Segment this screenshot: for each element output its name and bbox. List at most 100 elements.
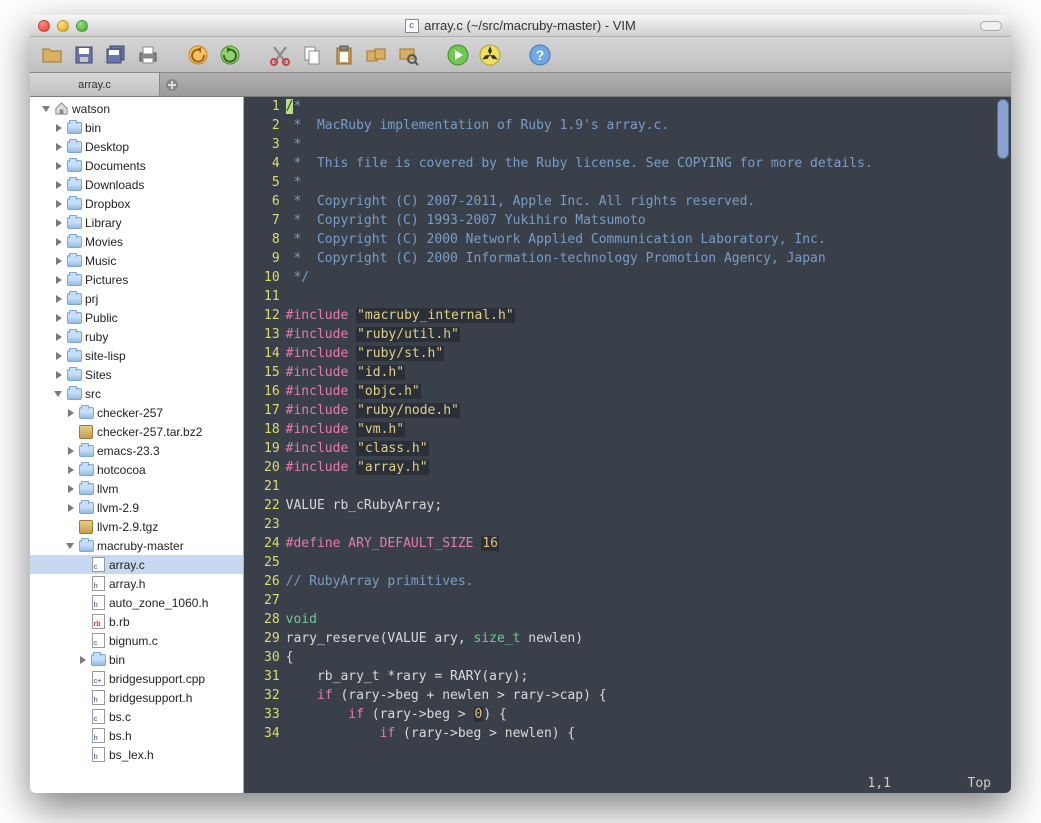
code-line[interactable] — [286, 287, 1011, 306]
build-button[interactable] — [476, 41, 504, 69]
tree-item[interactable]: bin — [30, 650, 243, 669]
tree-item[interactable]: macruby-master — [30, 536, 243, 555]
tree-item[interactable]: c+bridgesupport.cpp — [30, 669, 243, 688]
tree-item[interactable]: carray.c — [30, 555, 243, 574]
disclosure-open-icon[interactable] — [54, 388, 66, 400]
tree-item[interactable]: rbb.rb — [30, 612, 243, 631]
tree-item[interactable]: llvm-2.9 — [30, 498, 243, 517]
tree-item[interactable]: harray.h — [30, 574, 243, 593]
disclosure-closed-icon[interactable] — [54, 236, 66, 248]
tree-item[interactable]: Pictures — [30, 270, 243, 289]
tree-item[interactable]: Desktop — [30, 137, 243, 156]
editor[interactable]: 1234567891011121314151617181920212223242… — [244, 97, 1011, 793]
code-line[interactable]: #include "macruby_internal.h" — [286, 306, 1011, 325]
disclosure-closed-icon[interactable] — [54, 331, 66, 343]
code-line[interactable]: * — [286, 135, 1011, 154]
tree-item[interactable]: llvm — [30, 479, 243, 498]
code-line[interactable]: */ — [286, 268, 1011, 287]
tree-item[interactable]: checker-257.tar.bz2 — [30, 422, 243, 441]
code-line[interactable]: // RubyArray primitives. — [286, 572, 1011, 591]
find-button[interactable] — [394, 41, 422, 69]
code-area[interactable]: /* * MacRuby implementation of Ruby 1.9'… — [286, 97, 1011, 793]
replace-button[interactable] — [362, 41, 390, 69]
code-line[interactable]: * Copyright (C) 2000 Network Applied Com… — [286, 230, 1011, 249]
tree-item[interactable]: checker-257 — [30, 403, 243, 422]
disclosure-open-icon[interactable] — [42, 103, 54, 115]
code-line[interactable]: #include "vm.h" — [286, 420, 1011, 439]
tree-item[interactable]: hbridgesupport.h — [30, 688, 243, 707]
disclosure-closed-icon[interactable] — [54, 198, 66, 210]
tree-item[interactable]: ruby — [30, 327, 243, 346]
tree-item[interactable]: Dropbox — [30, 194, 243, 213]
disclosure-closed-icon[interactable] — [54, 293, 66, 305]
tree-item[interactable]: cbs.c — [30, 707, 243, 726]
tab-active[interactable]: array.c — [30, 73, 160, 96]
code-line[interactable]: rb_ary_t *rary = RARY(ary); — [286, 667, 1011, 686]
tree-item[interactable]: bin — [30, 118, 243, 137]
code-line[interactable] — [286, 477, 1011, 496]
tree-item[interactable]: hotcocoa — [30, 460, 243, 479]
code-line[interactable]: #include "class.h" — [286, 439, 1011, 458]
disclosure-closed-icon[interactable] — [66, 483, 78, 495]
code-line[interactable] — [286, 553, 1011, 572]
code-line[interactable]: * Copyright (C) 2007-2011, Apple Inc. Al… — [286, 192, 1011, 211]
code-line[interactable]: if (rary->beg + newlen > rary->cap) { — [286, 686, 1011, 705]
disclosure-closed-icon[interactable] — [54, 350, 66, 362]
add-tab-button[interactable] — [160, 73, 184, 96]
tree-item[interactable]: Documents — [30, 156, 243, 175]
print-button[interactable] — [134, 41, 162, 69]
code-line[interactable] — [286, 515, 1011, 534]
tree-item[interactable]: cbignum.c — [30, 631, 243, 650]
disclosure-closed-icon[interactable] — [66, 407, 78, 419]
tree-item[interactable]: hbs.h — [30, 726, 243, 745]
disclosure-closed-icon[interactable] — [54, 160, 66, 172]
code-line[interactable]: VALUE rb_cRubyArray; — [286, 496, 1011, 515]
code-line[interactable]: void — [286, 610, 1011, 629]
code-line[interactable]: #define ARY_DEFAULT_SIZE 16 — [286, 534, 1011, 553]
paste-button[interactable] — [330, 41, 358, 69]
cut-button[interactable] — [266, 41, 294, 69]
disclosure-open-icon[interactable] — [66, 540, 78, 552]
disclosure-closed-icon[interactable] — [54, 312, 66, 324]
disclosure-closed-icon[interactable] — [54, 141, 66, 153]
code-line[interactable]: * MacRuby implementation of Ruby 1.9's a… — [286, 116, 1011, 135]
tree-item[interactable]: Library — [30, 213, 243, 232]
disclosure-closed-icon[interactable] — [54, 217, 66, 229]
code-line[interactable]: * Copyright (C) 1993-2007 Yukihiro Matsu… — [286, 211, 1011, 230]
file-tree[interactable]: watsonbinDesktopDocumentsDownloadsDropbo… — [30, 97, 244, 793]
tree-item[interactable]: hauto_zone_1060.h — [30, 593, 243, 612]
code-line[interactable]: * This file is covered by the Ruby licen… — [286, 154, 1011, 173]
disclosure-closed-icon[interactable] — [66, 464, 78, 476]
copy-button[interactable] — [298, 41, 326, 69]
code-line[interactable]: #include "ruby/st.h" — [286, 344, 1011, 363]
code-line[interactable]: /* — [286, 97, 1011, 116]
disclosure-closed-icon[interactable] — [54, 255, 66, 267]
code-line[interactable]: * Copyright (C) 2000 Information-technol… — [286, 249, 1011, 268]
tree-item[interactable]: Sites — [30, 365, 243, 384]
vertical-scrollbar[interactable] — [997, 99, 1009, 159]
tree-item[interactable]: Public — [30, 308, 243, 327]
undo-button[interactable] — [184, 41, 212, 69]
code-line[interactable]: if (rary->beg > 0) { — [286, 705, 1011, 724]
save-button[interactable] — [70, 41, 98, 69]
disclosure-closed-icon[interactable] — [54, 122, 66, 134]
code-line[interactable]: #include "array.h" — [286, 458, 1011, 477]
tree-item[interactable]: emacs-23.3 — [30, 441, 243, 460]
code-line[interactable]: rary_reserve(VALUE ary, size_t newlen) — [286, 629, 1011, 648]
disclosure-closed-icon[interactable] — [54, 274, 66, 286]
tree-item[interactable]: src — [30, 384, 243, 403]
disclosure-closed-icon[interactable] — [66, 445, 78, 457]
tree-item[interactable]: Downloads — [30, 175, 243, 194]
tree-item[interactable]: llvm-2.9.tgz — [30, 517, 243, 536]
code-line[interactable]: { — [286, 648, 1011, 667]
tree-item[interactable]: prj — [30, 289, 243, 308]
code-line[interactable]: #include "ruby/util.h" — [286, 325, 1011, 344]
code-line[interactable]: * — [286, 173, 1011, 192]
toolbar-toggle[interactable] — [980, 21, 1002, 31]
disclosure-closed-icon[interactable] — [78, 654, 90, 666]
open-button[interactable] — [38, 41, 66, 69]
code-line[interactable]: if (rary->beg > newlen) { — [286, 724, 1011, 743]
tree-item[interactable]: Movies — [30, 232, 243, 251]
run-button[interactable] — [444, 41, 472, 69]
code-line[interactable]: #include "ruby/node.h" — [286, 401, 1011, 420]
